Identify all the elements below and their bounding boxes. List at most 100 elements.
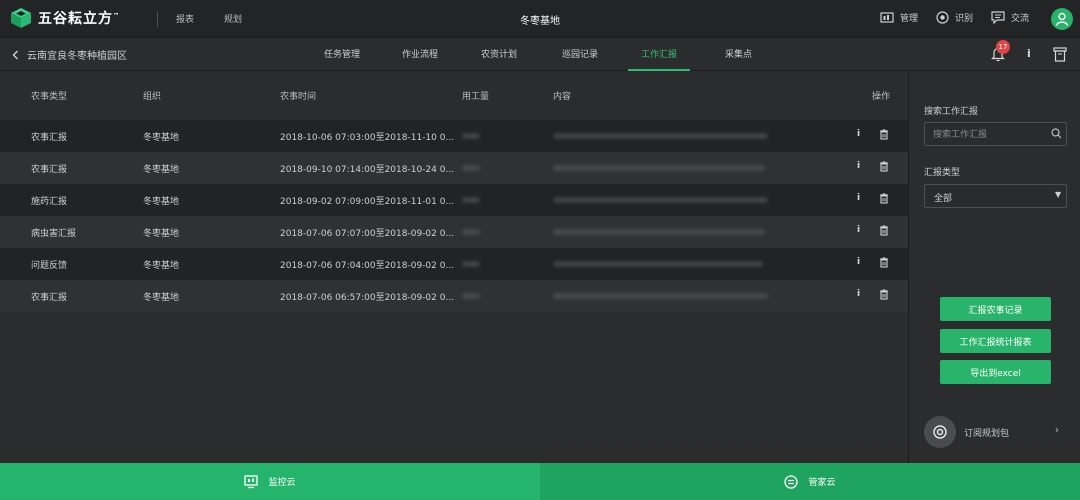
nav-link-report[interactable]: 报表 [176,12,194,25]
cell-labor-redacted [462,165,480,171]
app-logo[interactable]: 五谷耘立方™ [10,7,120,29]
info-button[interactable]: i [1027,47,1031,60]
tab-work-process[interactable]: 作业流程 [402,47,438,60]
tool-identify[interactable]: 识别 [936,11,973,24]
trash-icon[interactable] [879,257,889,268]
steward-cloud-label: 管家云 [808,478,836,488]
col-organization: 组织 [143,92,162,102]
chevron-left-icon [12,50,18,59]
report-statistics-button[interactable]: 工作汇报统计报表 [940,329,1051,353]
cell-content-redacted [553,261,763,267]
report-type-select[interactable]: 全部 ▼ [924,184,1067,208]
cell-content-redacted [553,133,768,139]
table-row[interactable]: 问题反馈 冬枣基地 2018-07-06 07:04:00至2018-09-02… [0,248,908,280]
row-info-button[interactable]: i [857,289,860,299]
trash-icon[interactable] [879,225,889,236]
subscribe-icon-wrap [924,416,956,448]
tool-chat-label: 交流 [1011,14,1030,24]
cell-labor-redacted [462,197,480,203]
tab-work-report[interactable]: 工作汇报 [641,47,677,60]
header-divider [157,11,158,27]
tool-manage[interactable]: 管理 [880,11,918,24]
cell-org: 冬枣基地 [143,229,180,239]
col-farm-time: 农事时间 [280,92,317,102]
trash-icon[interactable] [879,193,889,204]
col-actions: 操作 [872,92,891,102]
cell-labor-redacted [462,261,480,267]
tab-patrol-record[interactable]: 巡园记录 [562,47,598,60]
cell-content-redacted [553,229,765,235]
cell-labor-redacted [462,293,480,299]
cell-org: 冬枣基地 [143,293,180,303]
cell-org: 冬枣基地 [143,197,180,207]
back-button[interactable]: 云南宜良冬枣种植园区 [12,47,127,62]
record-farm-work-button[interactable]: 汇报农事记录 [940,297,1051,321]
monitor-icon [244,474,259,488]
col-labor: 用工量 [462,92,490,102]
tool-chat[interactable]: 交流 [991,11,1029,24]
tab-collection-point[interactable]: 采集点 [725,47,752,60]
search-label: 搜索工作汇报 [924,107,979,117]
cell-labor-redacted [462,229,480,235]
dashboard-icon [880,11,894,23]
cell-content-redacted [553,197,768,203]
cell-org: 冬枣基地 [143,261,180,271]
cell-time: 2018-09-02 07:09:00至2018-11-01 0... [280,197,455,207]
cell-labor-redacted [462,133,480,139]
table-header: 农事类型 组织 农事时间 用工量 内容 操作 [0,72,908,120]
steward-icon [784,474,799,489]
col-farm-type: 农事类型 [31,92,68,102]
scan-icon [936,11,949,24]
search-field[interactable] [924,122,1067,146]
col-content: 内容 [553,92,572,102]
cell-org: 冬枣基地 [143,133,180,143]
cell-type: 施药汇报 [31,197,68,207]
report-type-label: 汇报类型 [924,168,961,178]
cell-time: 2018-09-10 07:14:00至2018-10-24 0... [280,165,455,175]
export-excel-button[interactable]: 导出到excel [940,360,1051,384]
cell-type: 农事汇报 [31,293,68,303]
row-info-button[interactable]: i [857,225,860,235]
subscribe-plan-package[interactable]: 订阅规划包 › [924,415,1074,449]
row-info-button[interactable]: i [857,129,860,139]
cell-time: 2018-10-06 07:03:00至2018-11-10 0... [280,133,455,143]
top-bar: 五谷耘立方™ 报表 规划 冬枣基地 管理 识别 交流 [0,0,1080,38]
cell-type: 农事汇报 [31,133,68,143]
breadcrumb: 云南宜良冬枣种植园区 [27,51,127,62]
target-icon [933,425,947,439]
row-info-button[interactable]: i [857,257,860,267]
notification-badge: 17 [996,40,1010,54]
trash-icon[interactable] [879,161,889,172]
steward-cloud-button[interactable]: 管家云 [540,463,1080,500]
search-input[interactable] [933,128,1043,141]
table-row[interactable]: 施药汇报 冬枣基地 2018-09-02 07:09:00至2018-11-01… [0,184,908,216]
user-avatar[interactable] [1051,8,1073,30]
row-info-button[interactable]: i [857,161,860,171]
clipboard-icon[interactable] [1053,47,1067,62]
table-row[interactable]: 农事汇报 冬枣基地 2018-10-06 07:03:00至2018-11-10… [0,120,908,152]
cell-type: 农事汇报 [31,165,68,175]
filter-sidebar: 搜索工作汇报 汇报类型 全部 ▼ 汇报农事记录 工作汇报统计报表 导出到exce… [908,72,1080,463]
tool-identify-label: 识别 [955,14,974,24]
report-type-value: 全部 [934,194,953,204]
monitor-cloud-button[interactable]: 监控云 [0,463,540,500]
chevron-right-icon: › [1055,425,1059,436]
logo-text: 五谷耘立方™ [38,11,120,27]
cell-type: 问题反馈 [31,261,68,271]
table-row[interactable]: 病虫害汇报 冬枣基地 2018-07-06 07:07:00至2018-09-0… [0,216,908,248]
cube-logo-icon [11,8,31,28]
trash-icon[interactable] [879,129,889,140]
table-row[interactable]: 农事汇报 冬枣基地 2018-07-06 06:57:00至2018-09-02… [0,280,908,312]
cell-content-redacted [553,165,765,171]
tab-task-management[interactable]: 任务管理 [324,47,360,60]
trash-icon[interactable] [879,289,889,300]
nav-link-plan[interactable]: 规划 [224,12,242,25]
tool-manage-label: 管理 [900,14,919,24]
search-icon[interactable] [1051,128,1062,139]
subscribe-label: 订阅规划包 [964,428,1010,439]
row-info-button[interactable]: i [857,193,860,203]
table-row[interactable]: 农事汇报 冬枣基地 2018-09-10 07:14:00至2018-10-24… [0,152,908,184]
cell-content-redacted [553,293,768,299]
monitor-cloud-label: 监控云 [268,478,296,488]
tab-input-plan[interactable]: 农资计划 [481,47,517,60]
